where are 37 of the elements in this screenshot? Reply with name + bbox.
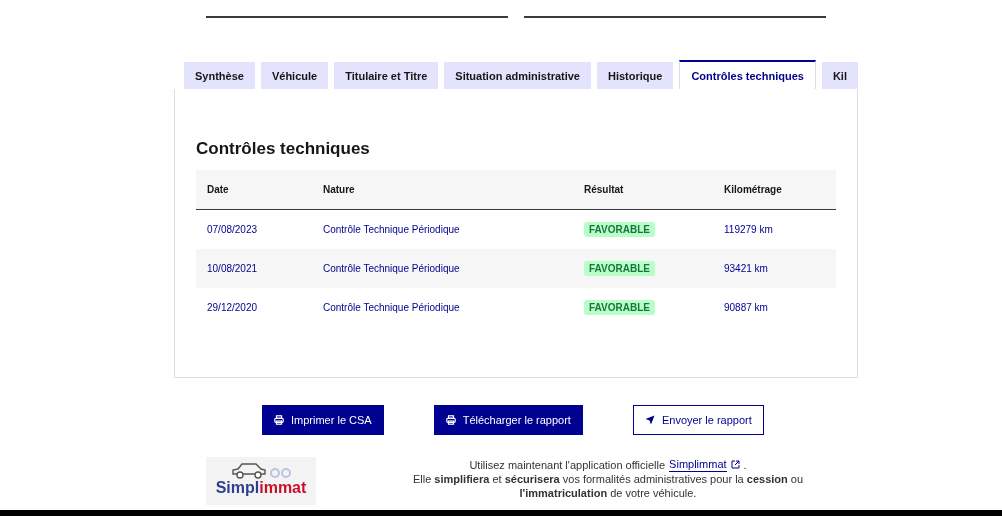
printer-icon	[445, 415, 456, 425]
action-button[interactable]: Envoyer le rapport	[632, 405, 764, 435]
app-link[interactable]: Simplimmat	[669, 457, 727, 472]
column-header: Résultat	[573, 170, 713, 210]
section-title: Contrôles techniques	[196, 138, 371, 160]
column-header: Date	[196, 170, 312, 210]
external-link-icon	[730, 460, 740, 469]
table-cell: Contrôle Technique Périodique	[312, 249, 573, 288]
tab[interactable]: Véhicule	[260, 62, 329, 89]
column-header: Nature	[312, 170, 573, 210]
table-cell: 29/12/2020	[196, 288, 312, 327]
promo-paragraph: Elle simplifiera et sécurisera vos formalités administratives pour la cession ou l'immatriculation de votre véhicule.	[411, 472, 805, 500]
action-button[interactable]: Imprimer le CSA	[262, 405, 384, 435]
tab[interactable]: Situation administrative	[444, 62, 591, 89]
table-cell: 119279 km	[713, 209, 836, 249]
result-badge: FAVORABLE	[584, 222, 655, 237]
result-badge: FAVORABLE	[584, 300, 655, 315]
table-cell: 07/08/2023	[196, 209, 312, 249]
table-cell: 93421 km	[713, 249, 836, 288]
tab[interactable]: Kil	[821, 62, 858, 89]
table-cell: 10/08/2021	[196, 249, 312, 288]
tab[interactable]: Contrôles techniques	[679, 60, 816, 89]
action-button[interactable]: Télécharger le rapport	[433, 405, 583, 435]
promo-text: Utilisez maintenant l'application officielle	[469, 457, 666, 472]
printer-icon	[274, 415, 284, 425]
car-icon	[230, 461, 292, 479]
table-cell: Contrôle Technique Périodique	[312, 288, 573, 327]
app-logo: Simplimmat	[206, 457, 316, 505]
table-cell: 90887 km	[713, 288, 836, 327]
send-icon	[644, 415, 655, 425]
tab[interactable]: Synthèse	[184, 62, 255, 89]
result-badge: FAVORABLE	[584, 261, 655, 276]
column-header: Kilométrage	[713, 170, 836, 210]
tab[interactable]: Titulaire et Titre	[334, 62, 439, 89]
period-text: .	[743, 457, 747, 472]
table-cell: Contrôle Technique Périodique	[312, 209, 573, 249]
tab[interactable]: Historique	[597, 62, 674, 89]
